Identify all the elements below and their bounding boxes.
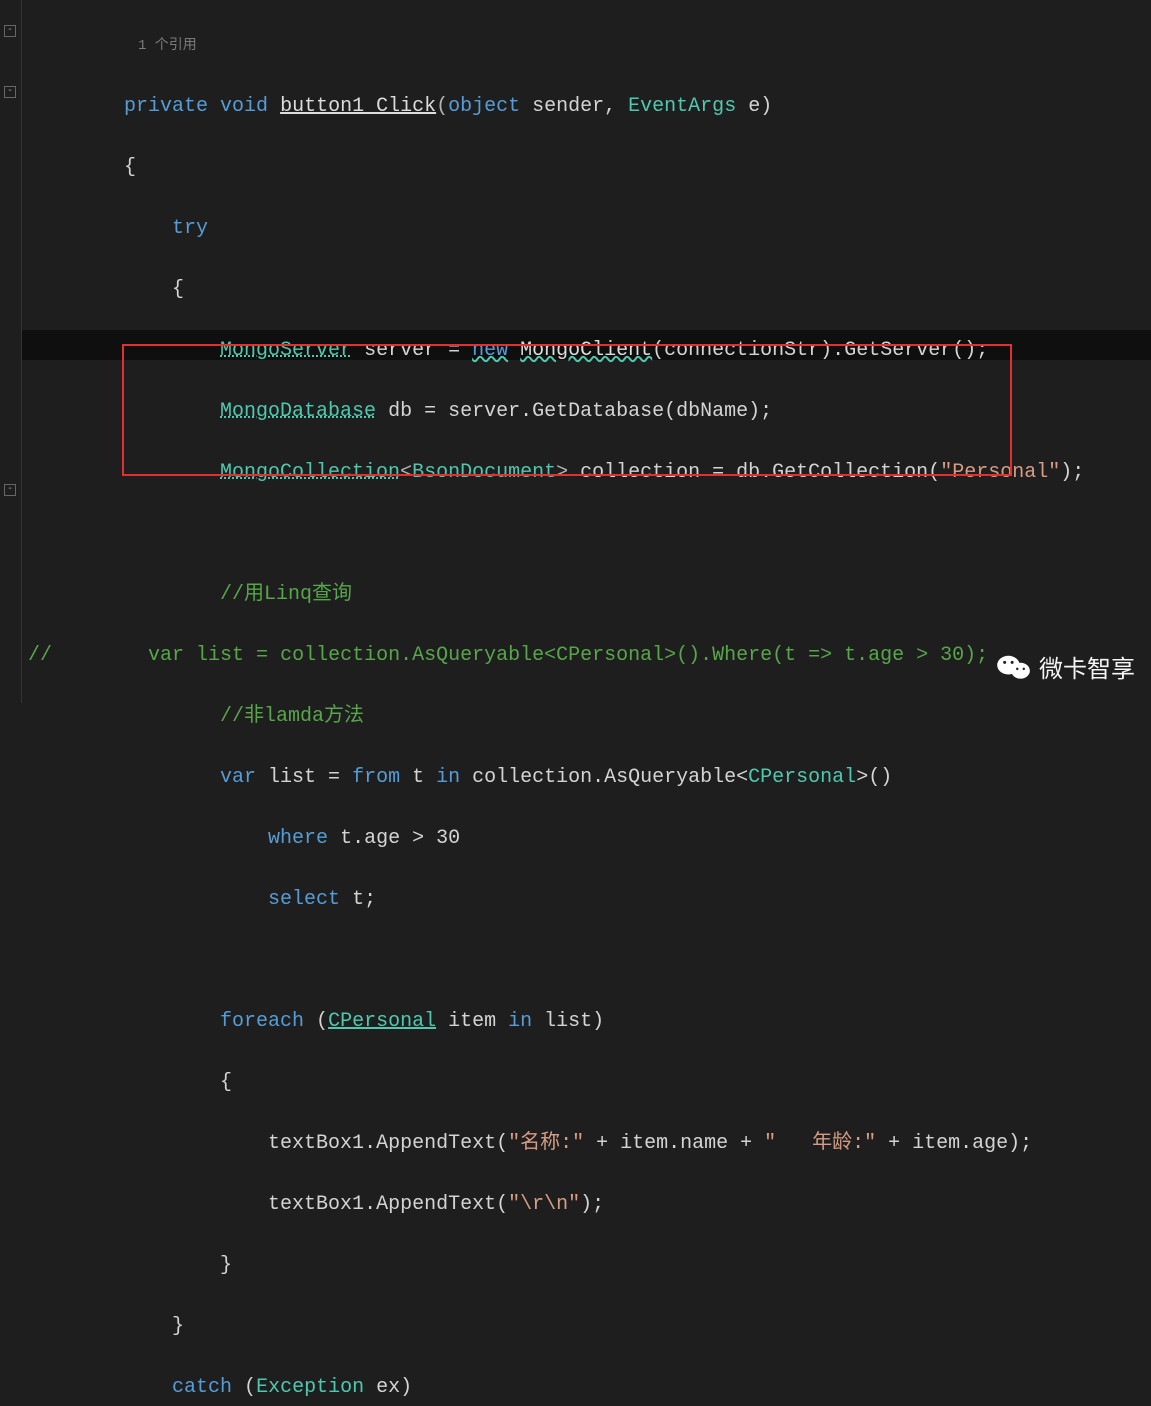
watermark-text: 微卡智享	[1039, 649, 1135, 685]
code-line: select t;	[22, 885, 1151, 916]
code-line: {	[22, 275, 1151, 306]
code-line: private void button1_Click(object sender…	[22, 92, 1151, 123]
code-line: }	[22, 1251, 1151, 1282]
code-line: textBox1.AppendText("名称:" + item.name + …	[22, 1129, 1151, 1160]
code-line: {	[22, 1068, 1151, 1099]
code-line: MongoServer server = new MongoClient(con…	[22, 336, 1151, 367]
code-line: MongoCollection<BsonDocument> collection…	[22, 458, 1151, 489]
code-line: //用Linq查询	[22, 580, 1151, 611]
code-line: // var list = collection.AsQueryable<CPe…	[22, 641, 1151, 672]
watermark: 微卡智享	[997, 649, 1135, 685]
code-line: MongoDatabase db = server.GetDatabase(db…	[22, 397, 1151, 428]
code-line: foreach (CPersonal item in list)	[22, 1007, 1151, 1038]
code-line: catch (Exception ex)	[22, 1373, 1151, 1404]
code-line: {	[22, 153, 1151, 184]
code-line	[22, 946, 1151, 977]
code-line: where t.age > 30	[22, 824, 1151, 855]
code-editor[interactable]: 1 个引用 private void button1_Click(object …	[0, 0, 1151, 703]
code-line: //非lamda方法	[22, 702, 1151, 733]
code-line	[22, 519, 1151, 550]
code-line: }	[22, 1312, 1151, 1343]
reference-count[interactable]: 1 个引用	[22, 31, 1151, 62]
code-line: var list = from t in collection.AsQuerya…	[22, 763, 1151, 794]
code-line: try	[22, 214, 1151, 245]
wechat-icon	[997, 653, 1031, 681]
code-line: textBox1.AppendText("\r\n");	[22, 1190, 1151, 1221]
